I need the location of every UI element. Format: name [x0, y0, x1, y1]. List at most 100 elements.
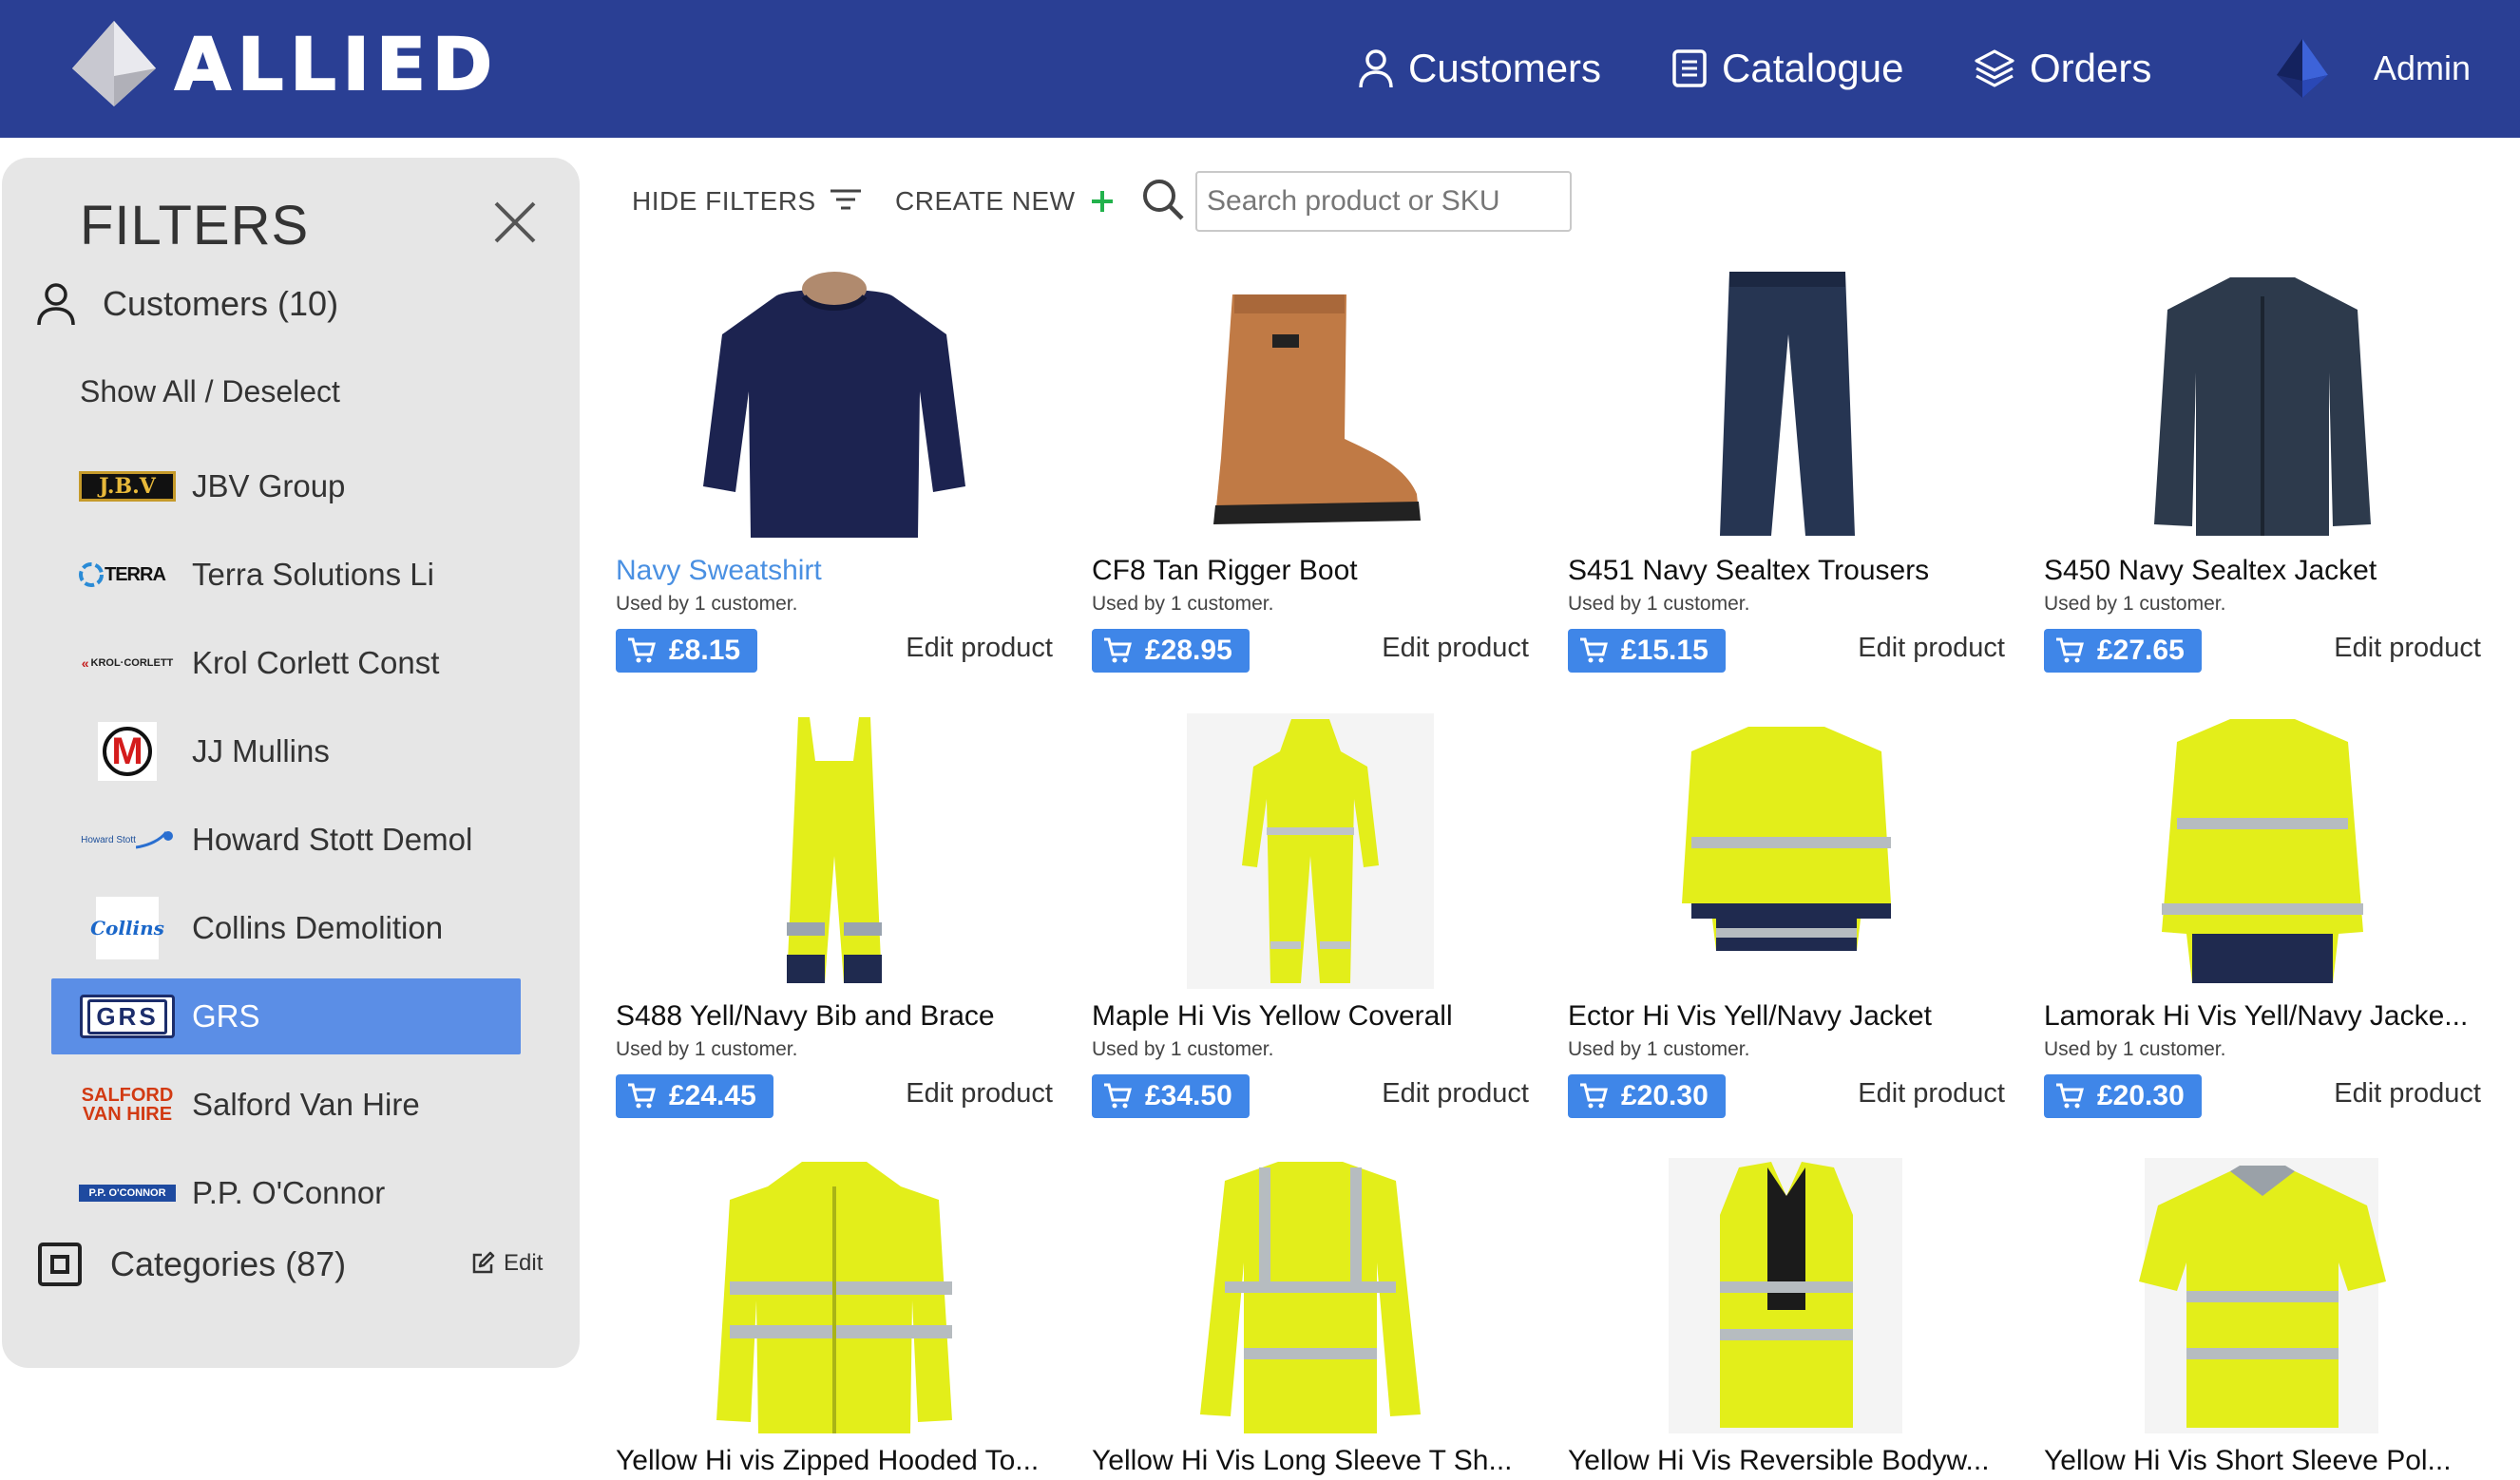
- customer-filter-salford-van-hire[interactable]: SALFORD VAN HIRE Salford Van Hire: [51, 1067, 521, 1143]
- customer-filter-terra-solutions[interactable]: TERRA Terra Solutions Li: [51, 537, 521, 613]
- product-usage: Used by 1 customer.: [616, 593, 798, 615]
- user-icon: [1359, 49, 1393, 88]
- product-name[interactable]: S450 Navy Sealtex Jacket: [2044, 555, 2481, 587]
- product-name[interactable]: S451 Navy Sealtex Trousers: [1568, 555, 2005, 587]
- nav-admin-label: Admin: [2374, 48, 2472, 87]
- howard-stott-logo: Howard Stott: [78, 809, 177, 870]
- edit-product-link[interactable]: Edit product: [906, 633, 1053, 664]
- bib-brace-image[interactable]: [616, 713, 1053, 989]
- lamorak-jacket-image[interactable]: [2044, 713, 2481, 989]
- long-sleeve-tshirt-image[interactable]: [1092, 1158, 1529, 1433]
- edit-product-link[interactable]: Edit product: [2334, 1078, 2481, 1110]
- categories-filter-header[interactable]: Categories (87): [36, 1241, 346, 1288]
- navy-jacket-image[interactable]: [2044, 268, 2481, 543]
- product-name[interactable]: Yellow Hi Vis Long Sleeve T Sh...: [1092, 1445, 1529, 1477]
- customer-name: JBV Group: [192, 468, 346, 503]
- customer-filter-jbv-group[interactable]: J.B.V JBV Group: [51, 448, 521, 524]
- pp-oconnor-logo: P.P. O'CONNOR: [78, 1163, 177, 1224]
- customer-filter-collins-demolition[interactable]: Collins Collins Demolition: [51, 890, 521, 966]
- add-to-cart-button[interactable]: £15.15: [1568, 629, 1726, 673]
- nav-admin[interactable]: Admin: [2271, 38, 2471, 99]
- customer-filter-pp-oconnor[interactable]: P.P. O'CONNOR P.P. O'Connor: [51, 1155, 521, 1231]
- categories-edit-button[interactable]: Edit: [469, 1250, 543, 1277]
- edit-product-link[interactable]: Edit product: [1858, 1078, 2005, 1110]
- customer-filter-krol-corlett[interactable]: « KROL·CORLETT Krol Corlett Const: [51, 625, 521, 701]
- add-to-cart-button[interactable]: £34.50: [1092, 1074, 1250, 1118]
- categories-edit-label: Edit: [504, 1250, 544, 1276]
- product-usage: Used by 1 customer.: [1092, 593, 1274, 615]
- filters-title: FILTERS: [80, 195, 310, 256]
- filter-lines-icon: [830, 189, 861, 210]
- add-to-cart-button[interactable]: £20.30: [2044, 1074, 2202, 1118]
- navy-sweatshirt-image[interactable]: [616, 268, 1053, 543]
- search-input[interactable]: [1195, 171, 1572, 232]
- product-price: £15.15: [1621, 635, 1709, 666]
- howard-swoosh-icon: [135, 831, 173, 849]
- category-box-icon: [38, 1243, 82, 1286]
- add-to-cart-button[interactable]: £27.65: [2044, 629, 2202, 673]
- add-to-cart-button[interactable]: £24.45: [616, 1074, 773, 1118]
- create-new-label: CREATE NEW: [895, 186, 1076, 216]
- edit-product-link[interactable]: Edit product: [2334, 633, 2481, 664]
- product-name[interactable]: CF8 Tan Rigger Boot: [1092, 555, 1529, 587]
- filters-panel: FILTERS Customers (10) Show All / Desele…: [2, 158, 580, 1368]
- add-to-cart-button[interactable]: £20.30: [1568, 1074, 1726, 1118]
- navy-trousers-image[interactable]: [1568, 268, 2005, 543]
- edit-product-link[interactable]: Edit product: [1858, 633, 2005, 664]
- short-sleeve-polo-image[interactable]: [2044, 1158, 2481, 1433]
- customer-filter-grs[interactable]: GRS GRS: [51, 978, 521, 1054]
- product-name[interactable]: Navy Sweatshirt: [616, 555, 1053, 587]
- product-price: £28.95: [1145, 635, 1232, 666]
- product-usage: Used by 1 customer.: [1092, 1038, 1274, 1060]
- product-price: £24.45: [669, 1080, 756, 1111]
- add-to-cart-button[interactable]: £28.95: [1092, 629, 1250, 673]
- customer-name: JJ Mullins: [192, 733, 330, 768]
- product-name[interactable]: S488 Yell/Navy Bib and Brace: [616, 1000, 1053, 1033]
- hide-filters-button[interactable]: HIDE FILTERS: [632, 184, 862, 218]
- customer-name: Terra Solutions Li: [192, 557, 434, 592]
- grs-logo: GRS: [78, 986, 177, 1047]
- product-name[interactable]: Yellow Hi Vis Short Sleeve Pol...: [2044, 1445, 2481, 1477]
- reversible-bodywarmer-image[interactable]: [1568, 1158, 2005, 1433]
- customer-filter-list: J.B.V JBV Group TERRA Terra Solutions Li…: [51, 448, 521, 1243]
- add-to-cart-button[interactable]: £8.15: [616, 629, 758, 673]
- jj-mullins-logo: M: [78, 721, 177, 782]
- nav-customers[interactable]: Customers: [1357, 38, 1601, 99]
- close-icon[interactable]: [487, 194, 544, 251]
- edit-product-link[interactable]: Edit product: [1382, 1078, 1529, 1110]
- nav-orders[interactable]: Orders: [1973, 38, 2151, 99]
- coverall-image[interactable]: [1092, 713, 1529, 989]
- edit-icon: [472, 1251, 495, 1274]
- rigger-boot-image[interactable]: [1092, 268, 1529, 543]
- product-name[interactable]: Lamorak Hi Vis Yell/Navy Jacke...: [2044, 1000, 2481, 1033]
- brand-logo[interactable]: ALLIED: [70, 19, 499, 108]
- cart-icon: [1580, 637, 1608, 663]
- edit-product-link[interactable]: Edit product: [906, 1078, 1053, 1110]
- product-name[interactable]: Ector Hi Vis Yell/Navy Jacket: [1568, 1000, 2005, 1033]
- product-name[interactable]: Maple Hi Vis Yellow Coverall: [1092, 1000, 1529, 1033]
- nav-orders-label: Orders: [2030, 46, 2152, 90]
- show-all-deselect-link[interactable]: Show All / Deselect: [80, 374, 340, 409]
- salford-logo: SALFORD VAN HIRE: [78, 1074, 177, 1135]
- product-price: £27.65: [2097, 635, 2185, 666]
- create-new-button[interactable]: CREATE NEW: [895, 184, 1116, 218]
- howard-logo-text: Howard Stott: [81, 834, 136, 845]
- customer-name: Salford Van Hire: [192, 1087, 420, 1122]
- customer-filter-jj-mullins[interactable]: M JJ Mullins: [51, 713, 521, 789]
- customer-filter-howard-stott[interactable]: Howard Stott Howard Stott Demol: [51, 802, 521, 878]
- cart-icon: [1580, 1083, 1608, 1109]
- customers-filter-header[interactable]: Customers (10): [36, 281, 338, 327]
- product-price: £20.30: [2097, 1080, 2185, 1111]
- collins-logo-text: Collins: [90, 917, 164, 939]
- product-name[interactable]: Yellow Hi Vis Reversible Bodyw...: [1568, 1445, 2005, 1477]
- product-price: £20.30: [1621, 1080, 1709, 1111]
- edit-product-link[interactable]: Edit product: [1382, 633, 1529, 664]
- nav-catalogue[interactable]: Catalogue: [1670, 38, 1903, 99]
- product-usage: Used by 1 customer.: [616, 1038, 798, 1060]
- zipped-hoodie-image[interactable]: [616, 1158, 1053, 1433]
- ector-jacket-image[interactable]: [1568, 713, 2005, 989]
- customer-name: Collins Demolition: [192, 910, 444, 945]
- product-name[interactable]: Yellow Hi vis Zipped Hooded To...: [616, 1445, 1053, 1477]
- search-icon[interactable]: [1140, 177, 1186, 222]
- customer-name: GRS: [192, 998, 260, 1034]
